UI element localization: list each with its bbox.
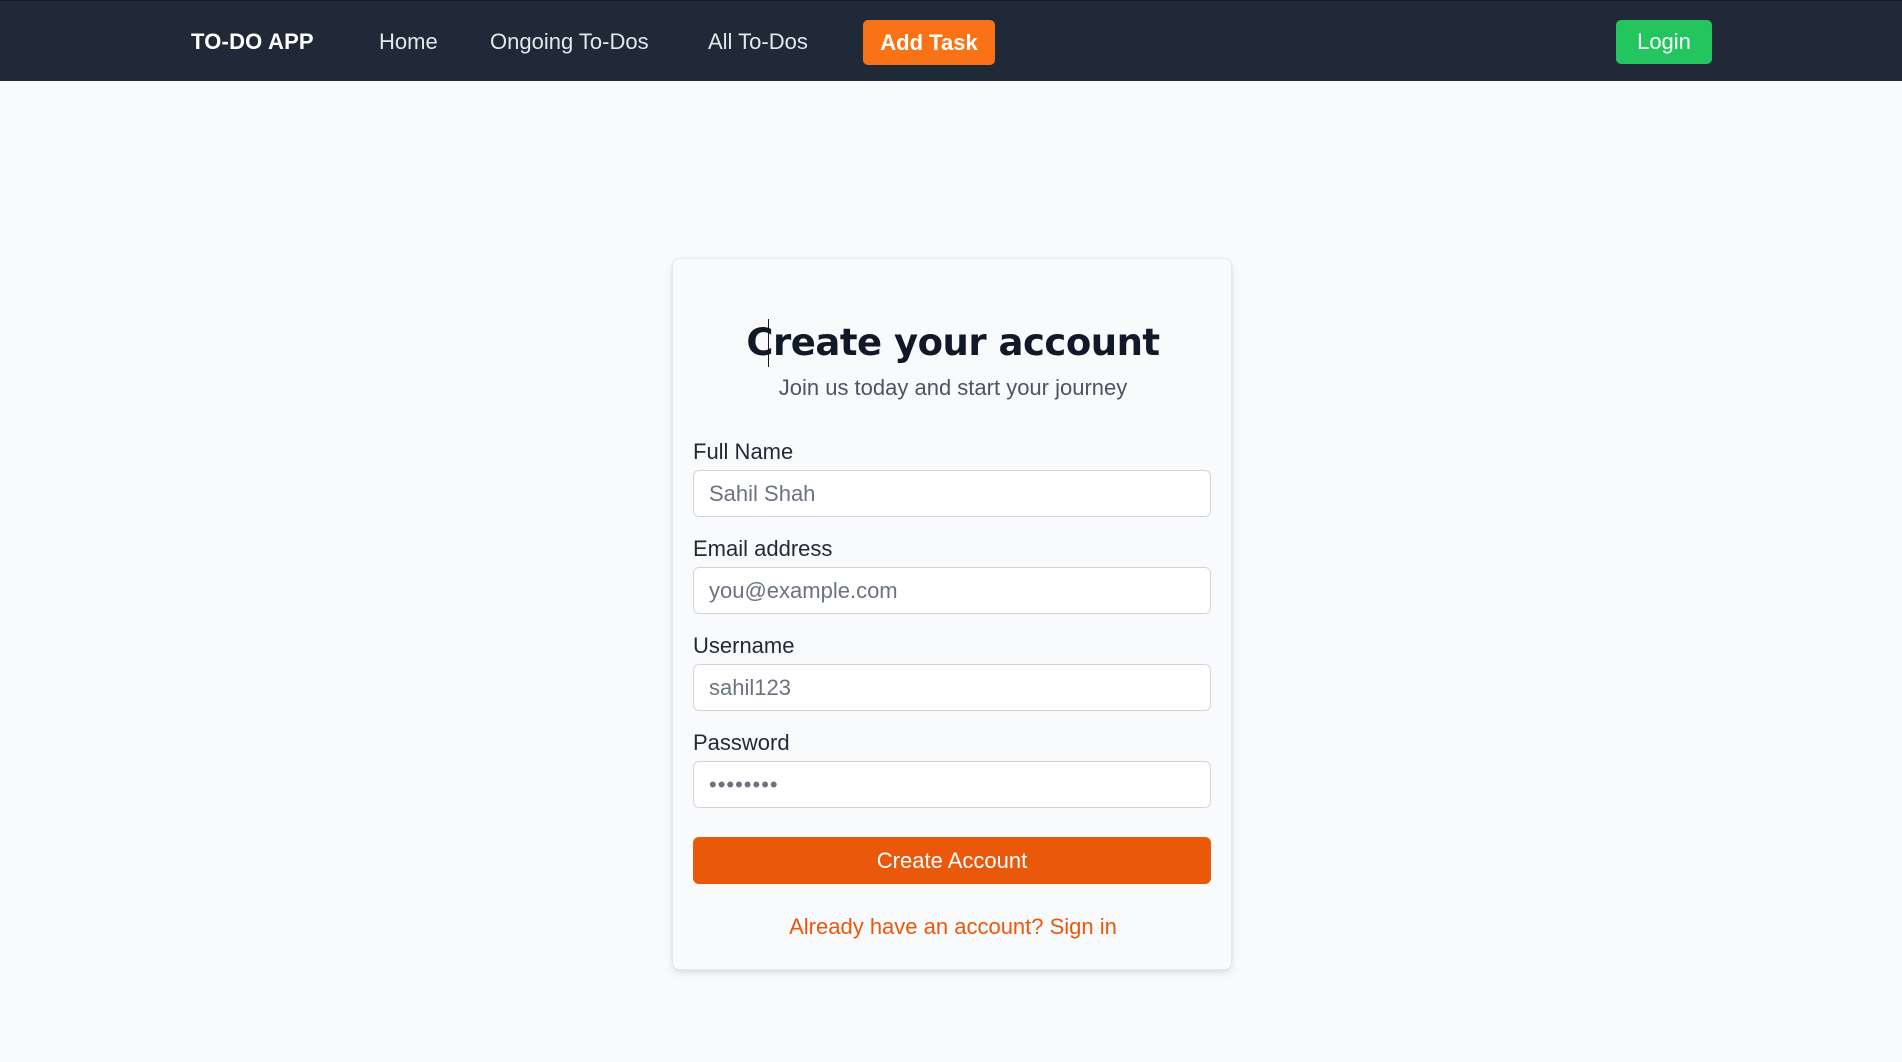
username-label: Username [693,633,795,658]
create-account-button[interactable]: Create Account [693,837,1211,884]
page-title: Create your account [746,321,1160,364]
password-input[interactable] [693,761,1211,808]
email-input[interactable] [693,567,1211,614]
brand-logo-text[interactable]: TO-DO APP [191,29,314,55]
top-navbar: TO-DO APP Home Ongoing To-Dos All To-Dos… [0,0,1902,81]
nav-link-all-todos[interactable]: All To-Dos [708,29,808,55]
full-name-input[interactable] [693,470,1211,517]
nav-link-ongoing-todos[interactable]: Ongoing To-Dos [490,29,649,55]
add-task-button[interactable]: Add Task [863,20,995,65]
email-label: Email address [693,536,833,561]
username-input[interactable] [693,664,1211,711]
page-subtitle: Join us today and start your journey [778,375,1128,400]
signup-card: Create your account Join us today and st… [672,258,1232,970]
full-name-label: Full Name [693,439,794,464]
login-button[interactable]: Login [1616,20,1712,64]
password-label: Password [693,730,790,755]
sign-in-link[interactable]: Already have an account? Sign in [673,914,1233,940]
nav-link-home[interactable]: Home [379,29,438,55]
